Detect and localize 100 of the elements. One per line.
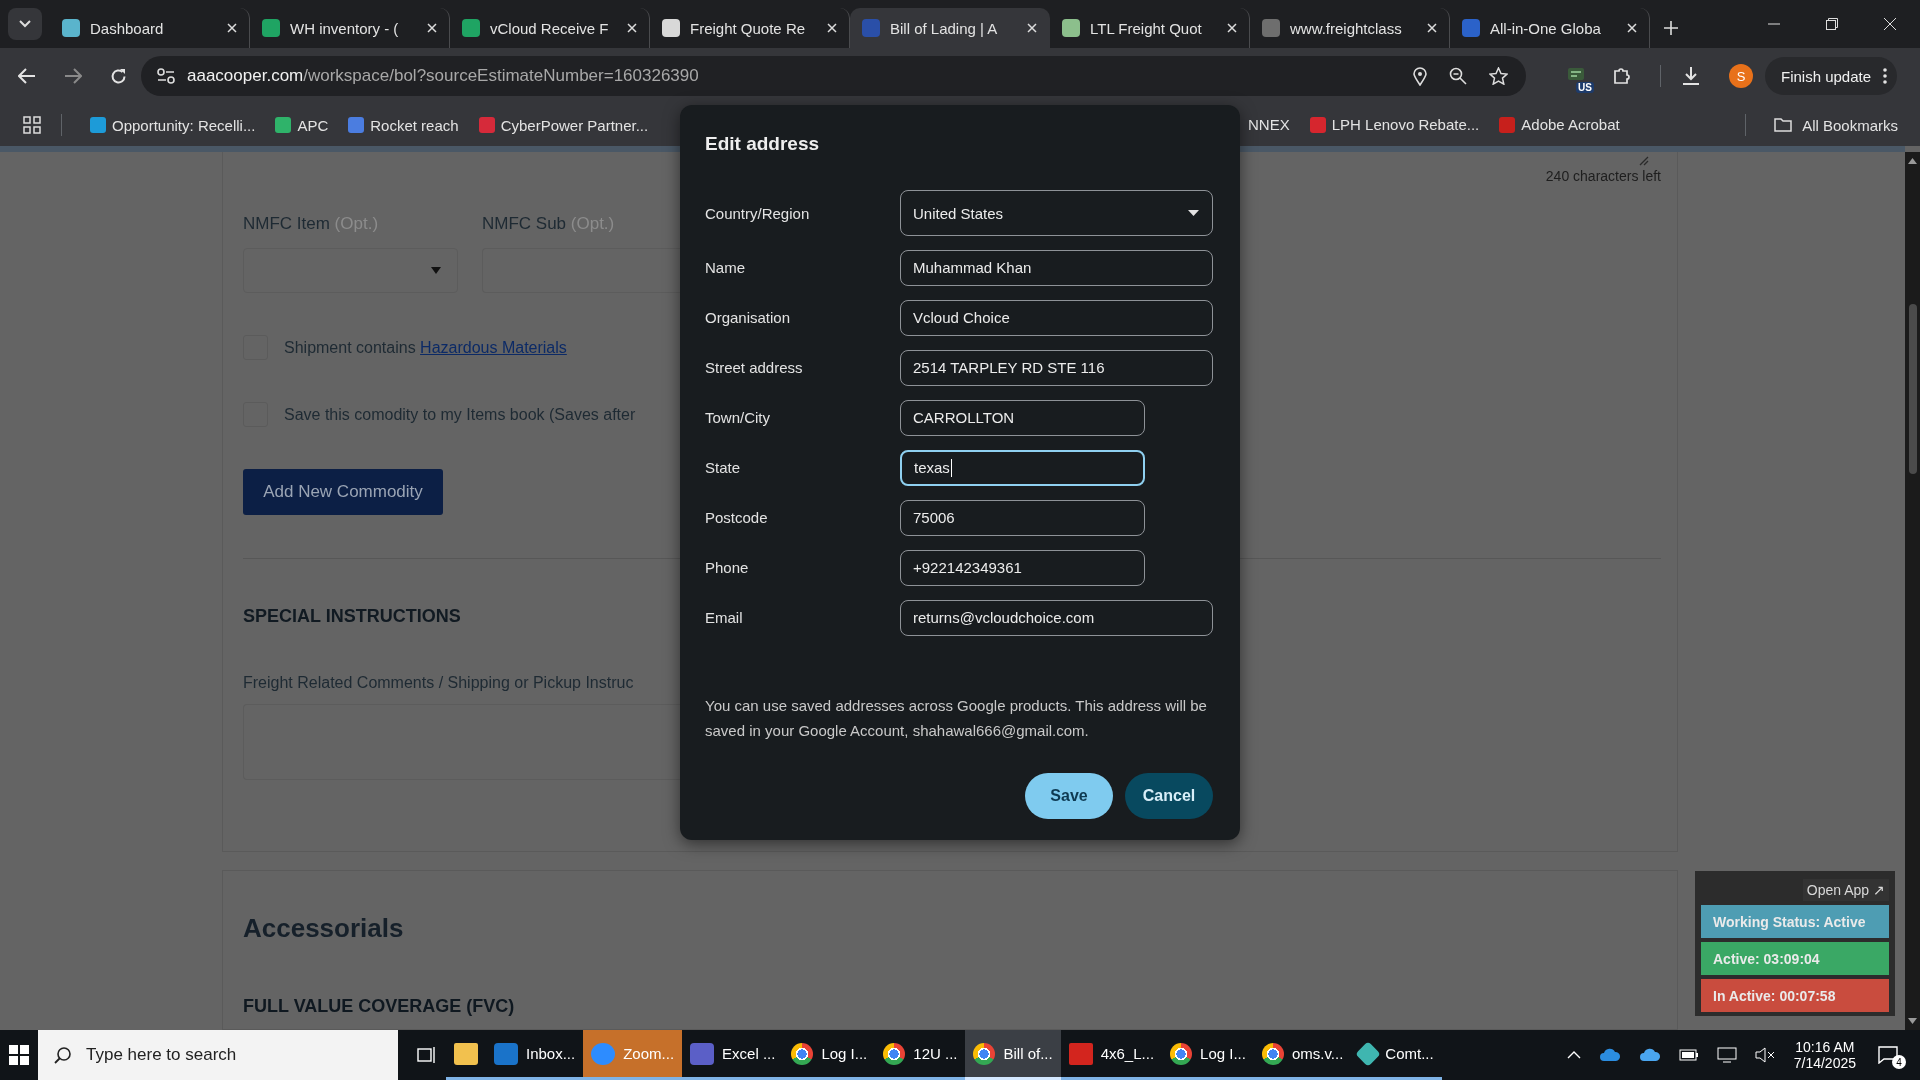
field-label: Name bbox=[705, 259, 746, 276]
more-icon[interactable] bbox=[1883, 68, 1888, 84]
section-subtitle: FULL VALUE COVERAGE (FVC) bbox=[243, 996, 516, 1017]
back-arrow-icon[interactable] bbox=[18, 68, 36, 84]
date-text: 7/14/2025 bbox=[1793, 1055, 1856, 1071]
open-app-link[interactable]: Open App ↗ bbox=[1802, 879, 1889, 901]
dropdown-field[interactable] bbox=[243, 248, 458, 293]
save-button[interactable]: Save bbox=[1025, 773, 1113, 819]
add-commodity-button[interactable]: Add New Commodity bbox=[243, 469, 443, 515]
address-bar[interactable]: aaacooper.com/workspace/bol?sourceEstimateNumber=160326390 bbox=[141, 56, 1526, 96]
close-icon[interactable] bbox=[827, 23, 837, 33]
monitor-icon[interactable] bbox=[1716, 1047, 1737, 1063]
browser-icon bbox=[883, 1042, 906, 1065]
scrollbar[interactable] bbox=[1905, 152, 1920, 1030]
taskbar-app[interactable]: 4x6_L... bbox=[1060, 1030, 1163, 1080]
app-icon bbox=[591, 1042, 616, 1065]
cloud-icon[interactable] bbox=[1598, 1048, 1621, 1062]
close-icon[interactable] bbox=[427, 23, 437, 33]
extension-badge: US bbox=[1576, 82, 1594, 93]
section-title: SPECIAL INSTRUCTIONS bbox=[243, 606, 462, 627]
input-field[interactable]: +922142349361 bbox=[900, 549, 1145, 586]
browser-icon bbox=[1261, 1042, 1284, 1065]
input-field[interactable]: returns@vcloudchoice.com bbox=[900, 599, 1213, 636]
message-icon[interactable] bbox=[1878, 1046, 1898, 1064]
field-label: Organisation bbox=[705, 309, 792, 326]
puzzle-icon[interactable] bbox=[1612, 66, 1632, 86]
site-info-icon[interactable] bbox=[157, 68, 175, 84]
cancel-button[interactable]: Cancel bbox=[1125, 773, 1213, 819]
muted-speaker-icon[interactable] bbox=[1754, 1047, 1775, 1063]
bookmark[interactable]: Opportunity: Recelli... bbox=[82, 112, 264, 138]
bookmark[interactable]: Rocket reach bbox=[340, 112, 467, 138]
apps-grid-icon[interactable] bbox=[23, 116, 41, 134]
new-tab-icon[interactable] bbox=[1664, 21, 1678, 35]
input-field[interactable]: Muhammad Khan bbox=[900, 249, 1213, 286]
scrollbar-thumb[interactable] bbox=[1908, 304, 1917, 474]
taskbar-app[interactable]: Excel ... bbox=[682, 1030, 784, 1080]
finish-update-button[interactable]: Finish update bbox=[1765, 57, 1898, 95]
close-icon[interactable] bbox=[1227, 23, 1237, 33]
cloud-icon[interactable] bbox=[1638, 1048, 1661, 1062]
location-pin-icon[interactable] bbox=[1413, 66, 1427, 86]
character-count: 240 characters left bbox=[1545, 168, 1661, 184]
restore-icon[interactable] bbox=[1826, 18, 1838, 30]
bookmark[interactable]: Adobe Acrobat bbox=[1491, 112, 1628, 137]
close-icon[interactable] bbox=[1427, 23, 1437, 33]
field-label: State bbox=[705, 459, 742, 476]
field-label: Postcode bbox=[705, 509, 769, 526]
scroll-down-icon[interactable] bbox=[1908, 1018, 1917, 1024]
app-icon bbox=[1068, 1042, 1093, 1065]
star-icon[interactable] bbox=[1489, 67, 1508, 85]
taskbar-app[interactable]: Zoom... bbox=[583, 1030, 683, 1080]
browser-icon bbox=[791, 1042, 814, 1065]
close-icon[interactable] bbox=[1627, 23, 1637, 33]
close-icon[interactable] bbox=[1027, 23, 1037, 33]
app-icon bbox=[494, 1042, 518, 1065]
close-icon[interactable] bbox=[627, 23, 637, 33]
field-label: Street address bbox=[705, 359, 804, 376]
bookmark[interactable]: CyberPower Partner... bbox=[470, 112, 657, 138]
input-field[interactable]: Vcloud Choice bbox=[900, 299, 1213, 336]
reload-icon[interactable] bbox=[110, 67, 127, 85]
time-text: 10:16 AM bbox=[1795, 1039, 1855, 1055]
taskbar-app[interactable]: oms.v... bbox=[1253, 1030, 1352, 1080]
status-bar: Working Status: Active bbox=[1701, 905, 1889, 938]
task-view-icon[interactable] bbox=[417, 1046, 437, 1064]
url-text: aaacooper.com/workspace/bol?sourceEstimateNumber=160326390 bbox=[187, 66, 699, 86]
field-label: NMFC Sub bbox=[482, 214, 568, 234]
scroll-up-icon[interactable] bbox=[1908, 158, 1917, 164]
tab-search-button[interactable] bbox=[8, 8, 42, 40]
dropdown-caret-icon bbox=[431, 267, 441, 274]
taskbar-app[interactable]: Bill of... bbox=[965, 1030, 1061, 1080]
download-icon[interactable] bbox=[1681, 66, 1701, 86]
zoom-out-icon[interactable] bbox=[1449, 67, 1467, 85]
bookmark[interactable]: NNEX bbox=[1240, 112, 1298, 137]
input-field[interactable]: 2514 TARPLEY RD STE 116 bbox=[900, 349, 1213, 386]
windows-start-icon[interactable] bbox=[9, 1045, 29, 1065]
clock[interactable]: 10:16 AM 7/14/2025 bbox=[1783, 1039, 1866, 1071]
battery-icon[interactable] bbox=[1678, 1049, 1699, 1061]
all-bookmarks-button[interactable]: All Bookmarks bbox=[1766, 112, 1906, 138]
checkbox-label: Shipment contains Hazardous Materials bbox=[284, 338, 567, 357]
folder-icon bbox=[454, 1042, 478, 1065]
bookmark[interactable]: APC bbox=[267, 112, 337, 138]
taskbar-app[interactable]: Log I... bbox=[783, 1030, 876, 1080]
field-label: NMFC Item bbox=[243, 214, 331, 234]
dropdown-field[interactable] bbox=[482, 248, 680, 293]
status-bar: Active: 03:09:04 bbox=[1701, 942, 1889, 975]
close-icon[interactable] bbox=[1884, 18, 1896, 30]
chevron-down-icon bbox=[19, 20, 31, 28]
input-field[interactable]: CARROLLTON bbox=[900, 399, 1145, 436]
chevron-up-icon[interactable] bbox=[1566, 1051, 1581, 1059]
browser-tab[interactable]: Bill of Lading | A bbox=[850, 8, 1050, 48]
taskbar-search-field[interactable]: Type here to search bbox=[38, 1030, 398, 1080]
taskbar-app[interactable]: Log I... bbox=[1162, 1030, 1254, 1080]
bookmark[interactable]: LPH Lenovo Rebate... bbox=[1301, 112, 1488, 137]
country-dropdown[interactable]: United States bbox=[900, 190, 1213, 236]
input-field[interactable]: texas bbox=[900, 449, 1145, 486]
close-icon[interactable] bbox=[227, 23, 237, 33]
input-field[interactable]: 75006 bbox=[900, 499, 1145, 536]
taskbar-app[interactable]: Comt... bbox=[1351, 1030, 1442, 1080]
forward-arrow-icon[interactable] bbox=[64, 68, 82, 84]
status-bar: In Active: 00:07:58 bbox=[1701, 979, 1889, 1012]
notification-count: 4 bbox=[1892, 1055, 1906, 1069]
